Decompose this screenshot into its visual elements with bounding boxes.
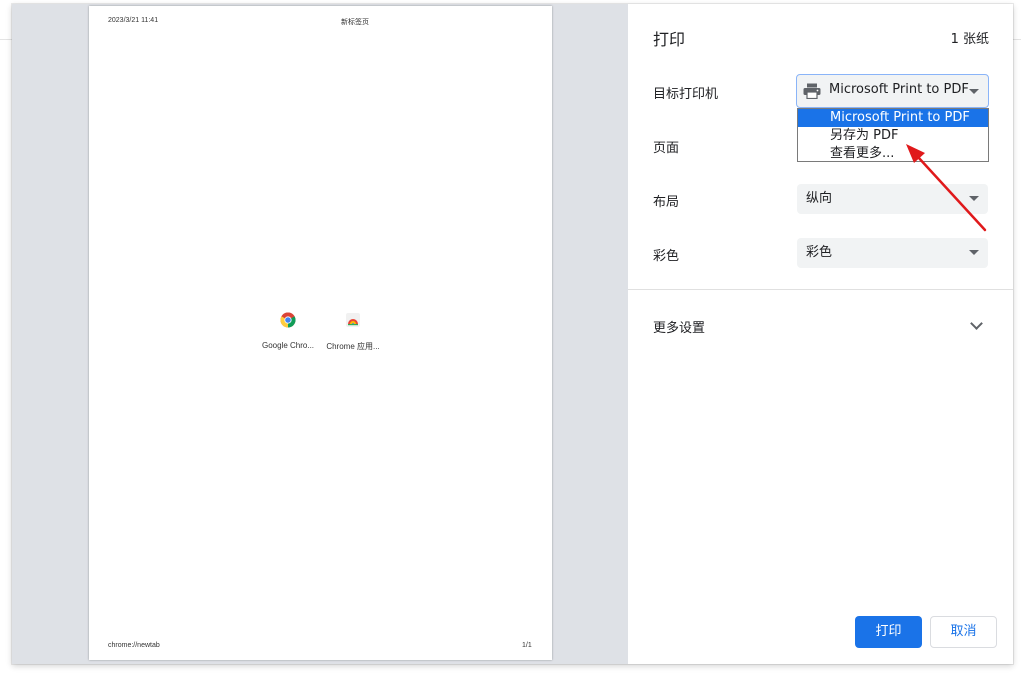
page-header-title: 新标签页	[341, 19, 369, 26]
destination-dropdown-list: Microsoft Print to PDF 另存为 PDF 查看更多...	[797, 108, 989, 162]
page-footer-page-number: 1/1	[522, 642, 532, 649]
more-settings-toggle[interactable]: 更多设置	[653, 317, 705, 336]
shortcut-chrome-apps: Chrome 应用...	[318, 312, 388, 352]
chrome-apps-icon	[346, 313, 360, 327]
sheet-count: 1 张纸	[950, 32, 989, 47]
print-preview-area: 2023/3/21 11:41 新标签页 Google Chro... Chro…	[12, 4, 628, 664]
destination-option-see-more[interactable]: 查看更多...	[798, 145, 988, 163]
print-dialog: 2023/3/21 11:41 新标签页 Google Chro... Chro…	[12, 4, 1013, 664]
destination-option-save-as-pdf[interactable]: 另存为 PDF	[798, 127, 988, 145]
cancel-button[interactable]: 取消	[930, 616, 997, 648]
dropdown-arrow-icon	[969, 250, 979, 255]
color-select[interactable]: 彩色	[797, 238, 988, 268]
destination-select[interactable]: Microsoft Print to PDF	[796, 74, 989, 108]
shortcut-label: Chrome 应用...	[326, 342, 380, 351]
layout-label: 布局	[653, 195, 680, 210]
chevron-down-icon[interactable]	[970, 317, 983, 330]
page-footer-url: chrome://newtab	[108, 642, 160, 649]
shortcut-label: Google Chro...	[261, 341, 315, 350]
printer-icon	[803, 83, 821, 99]
destination-option-microsoft-print-to-pdf[interactable]: Microsoft Print to PDF	[798, 109, 988, 127]
pages-label: 页面	[653, 141, 680, 156]
shortcut-google-chrome: Google Chro...	[253, 312, 323, 350]
color-label: 彩色	[653, 249, 680, 264]
layout-select[interactable]: 纵向	[797, 184, 988, 214]
settings-divider	[628, 289, 1013, 290]
dropdown-arrow-icon	[969, 196, 979, 201]
print-button[interactable]: 打印	[855, 616, 922, 648]
preview-page: 2023/3/21 11:41 新标签页 Google Chro... Chro…	[89, 6, 552, 660]
print-title: 打印	[653, 30, 686, 49]
dropdown-arrow-icon	[969, 89, 979, 94]
page-header-date: 2023/3/21 11:41	[108, 17, 159, 24]
destination-label: 目标打印机	[653, 87, 719, 102]
color-value: 彩色	[806, 245, 833, 260]
layout-value: 纵向	[806, 191, 833, 206]
chrome-icon	[280, 312, 296, 328]
destination-value: Microsoft Print to PDF	[829, 82, 969, 97]
print-settings-panel: 打印 1 张纸 目标打印机 Microsoft Print to PDF Mic…	[628, 4, 1013, 664]
